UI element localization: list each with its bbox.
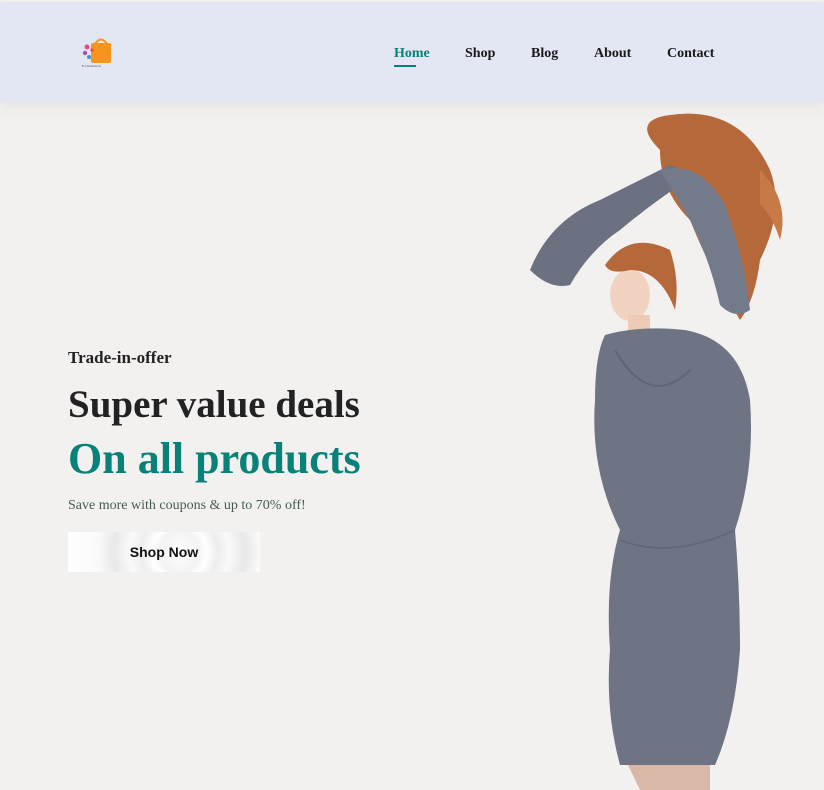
logo[interactable]: E-commerce xyxy=(80,36,120,70)
active-nav-underline xyxy=(394,65,416,67)
nav-shop[interactable]: Shop xyxy=(465,46,495,62)
hero-subtitle: Trade-in-offer xyxy=(68,348,172,367)
logo-text: E-commerce xyxy=(82,64,101,68)
shopping-bag-icon xyxy=(82,38,111,63)
hero-description: Save more with coupons & up to 70% off! xyxy=(68,498,306,513)
nav-about[interactable]: About xyxy=(594,46,631,62)
nav-home[interactable]: Home xyxy=(394,46,430,62)
nav-blog[interactable]: Blog xyxy=(531,46,558,62)
hero-model-image xyxy=(530,113,783,790)
hero-title: Super value deals xyxy=(68,383,360,426)
nav-contact[interactable]: Contact xyxy=(667,46,714,62)
shop-now-button[interactable]: Shop Now xyxy=(68,532,260,572)
hero-title-highlight: On all products xyxy=(68,434,361,483)
header: E-commerce Home Shop Blog About Contact xyxy=(0,2,824,102)
